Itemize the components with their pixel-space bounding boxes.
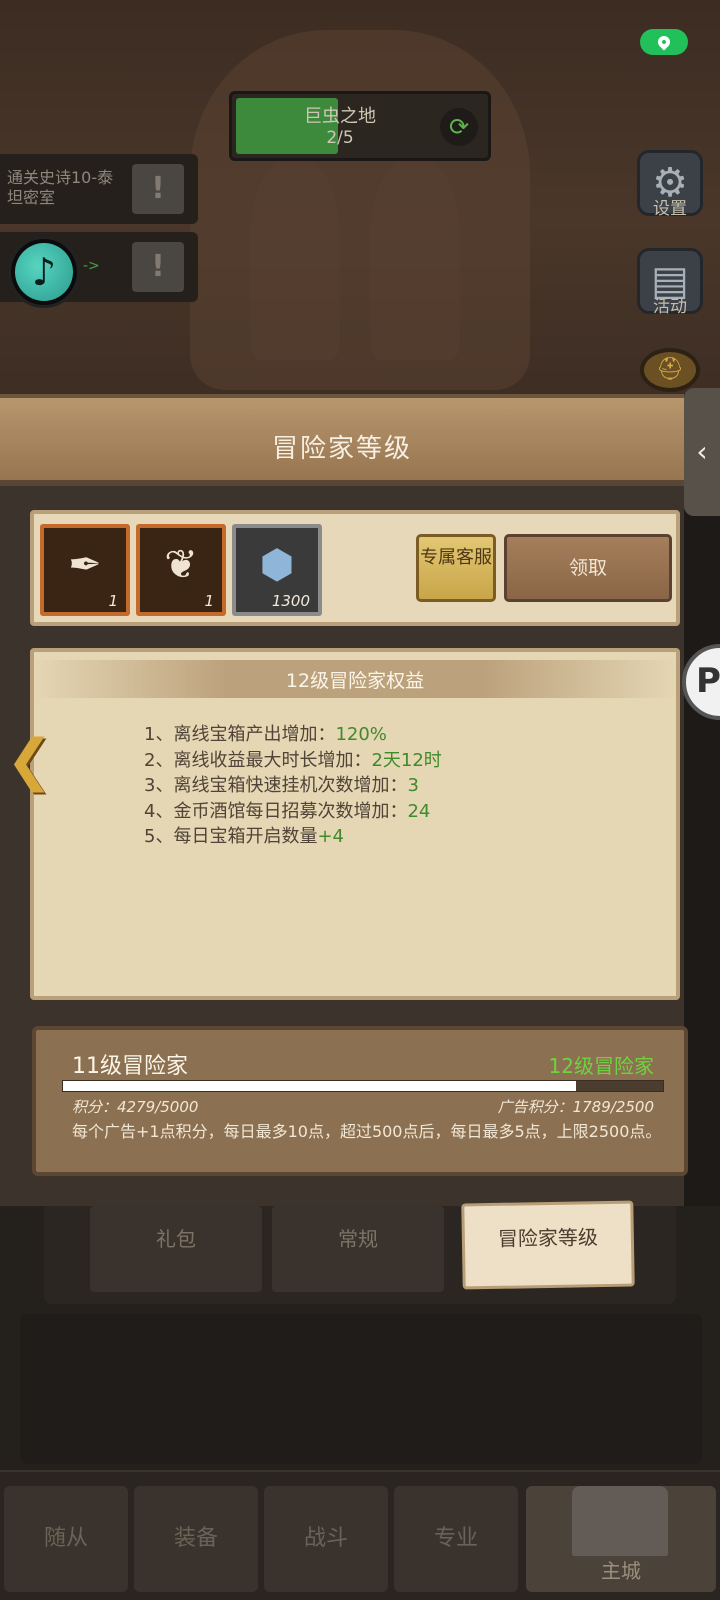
current-level: 11级冒险家: [72, 1054, 188, 1079]
benefit-value: 120%: [335, 724, 387, 745]
benefit-value: 24: [407, 800, 431, 822]
reward-item[interactable]: ⬢ 1300: [232, 524, 322, 616]
benefit-label: 4、金币酒馆每日招募次数增加：: [144, 800, 408, 822]
benefits-title-bar: 12级冒险家权益: [34, 660, 676, 698]
stage-count: 2/5: [326, 128, 354, 148]
benefits-box: 12级冒险家权益 1、离线宝箱产出增加：120% 2、离线收益最大时长增加：2天…: [30, 648, 680, 1000]
quest-arrow: ->: [83, 258, 100, 274]
floating-round-button[interactable]: P: [682, 644, 720, 720]
ad-score-text: 广告积分：1789/2500: [497, 1098, 654, 1116]
reward-count: 1: [204, 592, 214, 610]
level-progress-box: 11级冒险家 12级冒险家 积分：4279/5000 广告积分：1789/250…: [32, 1026, 688, 1176]
gem-icon: ⬢: [259, 542, 295, 588]
refresh-icon[interactable]: ⟳: [440, 108, 478, 146]
reward-box: ✒ 1 ❦ 1 ⬢ 1300 专属客服 领取: [30, 510, 680, 626]
benefit-value: 2天12时: [371, 749, 442, 771]
benefits-title: 12级冒险家权益: [285, 670, 425, 692]
benefit-label: 3、离线宝箱快速挂机次数增加：: [144, 775, 408, 796]
nav-profession[interactable]: 专业: [394, 1486, 518, 1592]
nav-followers[interactable]: 随从: [4, 1486, 128, 1592]
tab-gift-pack[interactable]: 礼包: [90, 1206, 262, 1292]
nav-equipment[interactable]: 装备: [134, 1486, 258, 1592]
activity-label: 活动: [653, 297, 687, 317]
castle-icon: [572, 1486, 668, 1556]
collapse-side-tab[interactable]: ‹: [684, 388, 720, 516]
boss-silhouette: [190, 30, 530, 390]
benefit-value: +4: [317, 826, 344, 847]
stage-progress[interactable]: 巨虫之地 2/5 ⟳: [229, 91, 491, 161]
benefit-item: 4、金币酒馆每日招募次数增加：24: [144, 799, 442, 825]
location-pin-icon[interactable]: [640, 29, 688, 55]
benefit-item: 5、每日宝箱开启数量+4: [144, 824, 442, 850]
boss-leg: [370, 160, 460, 360]
customer-support-button[interactable]: 专属客服: [416, 534, 496, 602]
score-text: 积分：4279/5000: [72, 1098, 199, 1116]
panel-title: 冒险家等级: [271, 434, 412, 464]
boss-leg: [250, 160, 340, 360]
settings-label: 设置: [653, 199, 687, 219]
wing-armor-icon: ❦: [164, 542, 198, 588]
benefit-label: 2、离线收益最大时长增加：: [144, 749, 372, 771]
adventurer-level-panel: 冒险家等级 ✒ 1 ❦ 1 ⬢ 1300 专属客服 领取 12级冒险家权益 1、…: [0, 394, 688, 1206]
helmet-coin-icon[interactable]: ⛑: [640, 348, 700, 392]
level-progress-bar: [62, 1080, 664, 1092]
activity-button[interactable]: ▤ 活动: [630, 248, 710, 317]
reward-item[interactable]: ❦ 1: [136, 524, 226, 616]
reward-count: 1: [108, 592, 118, 610]
panel-header: 冒险家等级: [0, 394, 684, 486]
tab-adventurer-level[interactable]: 冒险家等级: [461, 1200, 635, 1290]
music-disc-icon[interactable]: ♪: [8, 236, 80, 308]
level-description: 每个广告+1点积分，每日最多10点，超过500点后，每日最多5点，上限2500点…: [72, 1122, 662, 1141]
scroll-feather-icon: ✒: [68, 542, 102, 588]
quest-alert-button[interactable]: !: [132, 242, 184, 292]
benefit-label: 1、离线宝箱产出增加：: [144, 724, 336, 745]
quest-text: 通关史诗10-泰坦密室: [7, 168, 114, 207]
nav-battle[interactable]: 战斗: [264, 1486, 388, 1592]
benefit-item: 1、离线宝箱产出增加：120%: [144, 722, 442, 748]
tab-general[interactable]: 常规: [272, 1206, 444, 1292]
benefit-item: 3、离线宝箱快速挂机次数增加：3: [144, 773, 442, 799]
claim-button[interactable]: 领取: [504, 534, 672, 602]
next-level: 12级冒险家: [548, 1054, 654, 1078]
benefit-item: 2、离线收益最大时长增加：2天12时: [144, 748, 442, 774]
content-area: [20, 1314, 702, 1464]
game-scene-background: 巨虫之地 2/5 ⟳ 通关史诗10-泰坦密室 ! -> ! ♪ ⚙ 设置 ▤ 活…: [0, 0, 720, 400]
benefit-value: 3: [407, 775, 419, 796]
tabs-row: 礼包 常规 冒险家等级: [44, 1200, 676, 1304]
quest-alert-button[interactable]: !: [132, 164, 184, 214]
settings-button[interactable]: ⚙ 设置: [630, 150, 710, 219]
benefits-list: 1、离线宝箱产出增加：120% 2、离线收益最大时长增加：2天12时 3、离线宝…: [144, 722, 442, 850]
stage-name: 巨虫之地: [304, 106, 376, 127]
prev-level-arrow-icon[interactable]: ❮: [6, 733, 56, 789]
level-progress-fill: [63, 1081, 576, 1091]
quest-item[interactable]: 通关史诗10-泰坦密室 !: [0, 154, 198, 224]
benefit-label: 5、每日宝箱开启数量: [144, 826, 318, 847]
reward-count: 1300: [271, 592, 310, 610]
reward-item[interactable]: ✒ 1: [40, 524, 130, 616]
